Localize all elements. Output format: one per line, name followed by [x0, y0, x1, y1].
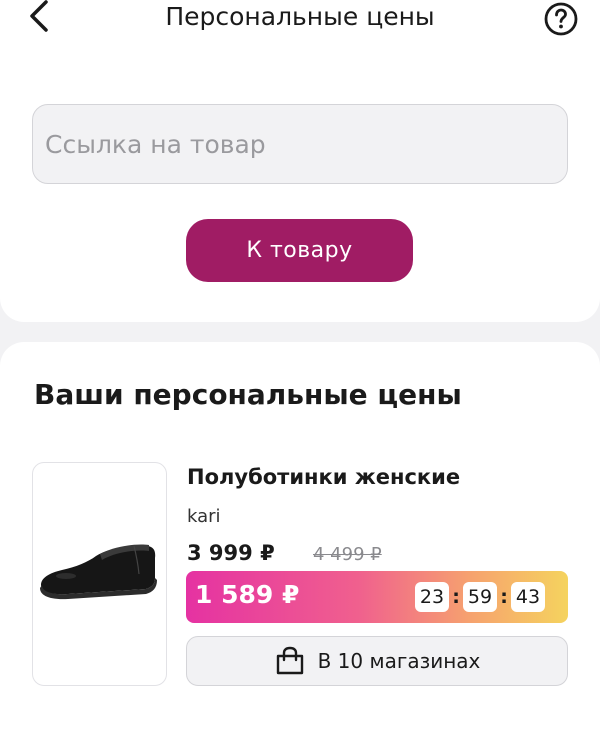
shopping-bag-icon: [276, 646, 303, 675]
header: Персональные цены: [0, 0, 600, 40]
product-name[interactable]: Полуботинки женские: [187, 465, 460, 489]
shoe-image: [39, 544, 157, 600]
timer-separator: :: [500, 586, 508, 608]
stores-availability-button[interactable]: В 10 магазинах: [186, 636, 568, 686]
personal-price: 1 589 ₽: [195, 580, 300, 609]
timer-minutes: 59: [463, 582, 497, 612]
timer-hours: 23: [415, 582, 449, 612]
help-button[interactable]: [543, 1, 579, 37]
question-circle-icon: [543, 2, 579, 41]
section-title: Ваши персональные цены: [34, 378, 462, 411]
old-price: 4 499 ₽: [313, 544, 382, 565]
countdown-timer: 23 : 59 : 43: [415, 582, 545, 612]
stores-label: В 10 магазинах: [317, 649, 481, 673]
personal-price-bar: 1 589 ₽ 23 : 59 : 43: [186, 571, 568, 623]
timer-separator: :: [452, 586, 460, 608]
page-title: Персональные цены: [165, 2, 435, 31]
timer-seconds: 43: [511, 582, 545, 612]
link-card: Персональные цены К товару: [0, 0, 600, 322]
go-to-product-button[interactable]: К товару: [186, 219, 413, 282]
current-price: 3 999 ₽: [187, 541, 275, 565]
product-image[interactable]: [32, 462, 167, 686]
product-brand: kari: [187, 506, 221, 527]
product-link-input[interactable]: [32, 104, 568, 184]
